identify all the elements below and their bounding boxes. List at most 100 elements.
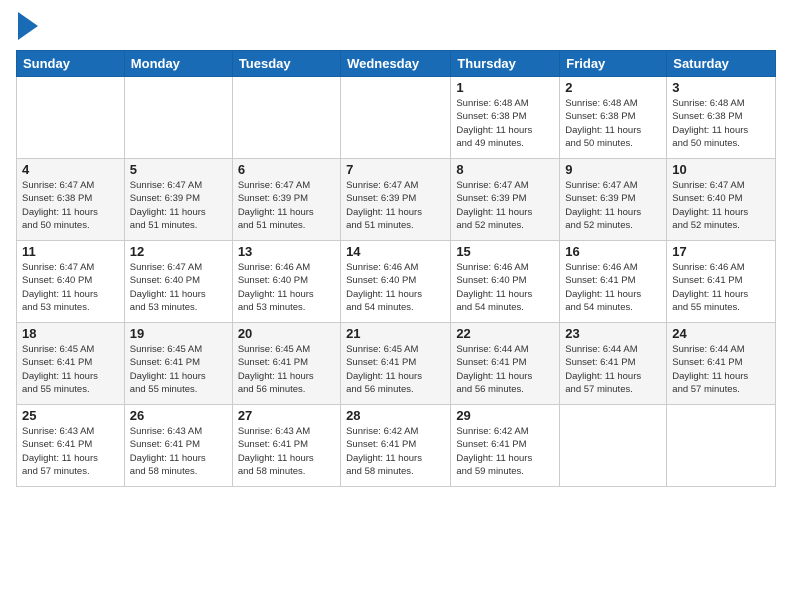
day-info: Sunrise: 6:45 AM Sunset: 6:41 PM Dayligh…	[22, 343, 119, 396]
day-number: 21	[346, 326, 445, 341]
calendar-cell	[667, 405, 776, 487]
calendar-cell: 14 Sunrise: 6:46 AM Sunset: 6:40 PM Dayli…	[341, 241, 451, 323]
weekday-header-saturday: Saturday	[667, 51, 776, 77]
calendar-cell: 23 Sunrise: 6:44 AM Sunset: 6:41 PM Dayli…	[560, 323, 667, 405]
calendar-cell: 5Sunrise: 6:47 AM Sunset: 6:39 PM Daylig…	[124, 159, 232, 241]
day-number: 23	[565, 326, 661, 341]
day-number: 29	[456, 408, 554, 423]
day-number: 12	[130, 244, 227, 259]
day-info: Sunrise: 6:44 AM Sunset: 6:41 PM Dayligh…	[456, 343, 554, 396]
calendar-cell: 15 Sunrise: 6:46 AM Sunset: 6:40 PM Dayli…	[451, 241, 560, 323]
weekday-header-monday: Monday	[124, 51, 232, 77]
calendar-cell: 2 Sunrise: 6:48 AM Sunset: 6:38 PM Daylig…	[560, 77, 667, 159]
calendar-cell: 27 Sunrise: 6:43 AM Sunset: 6:41 PM Dayli…	[232, 405, 340, 487]
day-info: Sunrise: 6:45 AM Sunset: 6:41 PM Dayligh…	[130, 343, 227, 396]
calendar-cell: 22 Sunrise: 6:44 AM Sunset: 6:41 PM Dayli…	[451, 323, 560, 405]
day-number: 9	[565, 162, 661, 177]
day-info: Sunrise: 6:42 AM Sunset: 6:41 PM Dayligh…	[346, 425, 445, 478]
page-header	[16, 16, 776, 40]
day-number: 28	[346, 408, 445, 423]
calendar-cell: 7Sunrise: 6:47 AM Sunset: 6:39 PM Daylig…	[341, 159, 451, 241]
calendar-cell: 6 Sunrise: 6:47 AM Sunset: 6:39 PM Daylig…	[232, 159, 340, 241]
calendar-cell: 18 Sunrise: 6:45 AM Sunset: 6:41 PM Dayli…	[17, 323, 125, 405]
day-number: 2	[565, 80, 661, 95]
logo	[16, 16, 38, 40]
calendar-week-1: 1Sunrise: 6:48 AM Sunset: 6:38 PM Daylig…	[17, 77, 776, 159]
weekday-header-row: SundayMondayTuesdayWednesdayThursdayFrid…	[17, 51, 776, 77]
day-info: Sunrise: 6:47 AM Sunset: 6:39 PM Dayligh…	[565, 179, 661, 232]
calendar-cell: 16 Sunrise: 6:46 AM Sunset: 6:41 PM Dayli…	[560, 241, 667, 323]
day-number: 24	[672, 326, 770, 341]
day-number: 16	[565, 244, 661, 259]
day-number: 10	[672, 162, 770, 177]
calendar-cell	[232, 77, 340, 159]
calendar-week-5: 25Sunrise: 6:43 AM Sunset: 6:41 PM Dayli…	[17, 405, 776, 487]
calendar-cell: 26 Sunrise: 6:43 AM Sunset: 6:41 PM Dayli…	[124, 405, 232, 487]
weekday-header-wednesday: Wednesday	[341, 51, 451, 77]
day-info: Sunrise: 6:47 AM Sunset: 6:38 PM Dayligh…	[22, 179, 119, 232]
day-info: Sunrise: 6:46 AM Sunset: 6:40 PM Dayligh…	[238, 261, 335, 314]
calendar-table: SundayMondayTuesdayWednesdayThursdayFrid…	[16, 50, 776, 487]
day-number: 3	[672, 80, 770, 95]
day-number: 18	[22, 326, 119, 341]
calendar-cell: 21 Sunrise: 6:45 AM Sunset: 6:41 PM Dayli…	[341, 323, 451, 405]
day-number: 14	[346, 244, 445, 259]
calendar-cell: 13 Sunrise: 6:46 AM Sunset: 6:40 PM Dayli…	[232, 241, 340, 323]
day-info: Sunrise: 6:47 AM Sunset: 6:39 PM Dayligh…	[456, 179, 554, 232]
day-number: 11	[22, 244, 119, 259]
day-number: 22	[456, 326, 554, 341]
day-number: 13	[238, 244, 335, 259]
calendar-cell: 3 Sunrise: 6:48 AM Sunset: 6:38 PM Daylig…	[667, 77, 776, 159]
day-number: 8	[456, 162, 554, 177]
logo-icon	[18, 12, 38, 40]
day-number: 20	[238, 326, 335, 341]
day-info: Sunrise: 6:46 AM Sunset: 6:41 PM Dayligh…	[565, 261, 661, 314]
calendar-cell: 28 Sunrise: 6:42 AM Sunset: 6:41 PM Dayli…	[341, 405, 451, 487]
day-info: Sunrise: 6:43 AM Sunset: 6:41 PM Dayligh…	[130, 425, 227, 478]
calendar-cell: 17Sunrise: 6:46 AM Sunset: 6:41 PM Dayli…	[667, 241, 776, 323]
day-info: Sunrise: 6:47 AM Sunset: 6:39 PM Dayligh…	[238, 179, 335, 232]
day-info: Sunrise: 6:47 AM Sunset: 6:40 PM Dayligh…	[22, 261, 119, 314]
day-info: Sunrise: 6:44 AM Sunset: 6:41 PM Dayligh…	[565, 343, 661, 396]
day-number: 15	[456, 244, 554, 259]
day-info: Sunrise: 6:48 AM Sunset: 6:38 PM Dayligh…	[672, 97, 770, 150]
calendar-cell	[560, 405, 667, 487]
day-info: Sunrise: 6:47 AM Sunset: 6:40 PM Dayligh…	[672, 179, 770, 232]
calendar-week-3: 11 Sunrise: 6:47 AM Sunset: 6:40 PM Dayli…	[17, 241, 776, 323]
calendar-cell: 8 Sunrise: 6:47 AM Sunset: 6:39 PM Daylig…	[451, 159, 560, 241]
day-info: Sunrise: 6:48 AM Sunset: 6:38 PM Dayligh…	[565, 97, 661, 150]
calendar-cell: 12 Sunrise: 6:47 AM Sunset: 6:40 PM Dayli…	[124, 241, 232, 323]
day-info: Sunrise: 6:47 AM Sunset: 6:40 PM Dayligh…	[130, 261, 227, 314]
day-info: Sunrise: 6:46 AM Sunset: 6:41 PM Dayligh…	[672, 261, 770, 314]
calendar-cell: 29Sunrise: 6:42 AM Sunset: 6:41 PM Dayli…	[451, 405, 560, 487]
day-number: 4	[22, 162, 119, 177]
calendar-cell	[17, 77, 125, 159]
calendar-week-4: 18 Sunrise: 6:45 AM Sunset: 6:41 PM Dayli…	[17, 323, 776, 405]
calendar-cell	[124, 77, 232, 159]
calendar-week-2: 4 Sunrise: 6:47 AM Sunset: 6:38 PM Daylig…	[17, 159, 776, 241]
calendar-cell: 1Sunrise: 6:48 AM Sunset: 6:38 PM Daylig…	[451, 77, 560, 159]
day-info: Sunrise: 6:44 AM Sunset: 6:41 PM Dayligh…	[672, 343, 770, 396]
day-info: Sunrise: 6:45 AM Sunset: 6:41 PM Dayligh…	[238, 343, 335, 396]
calendar-cell: 19 Sunrise: 6:45 AM Sunset: 6:41 PM Dayli…	[124, 323, 232, 405]
calendar-cell: 4 Sunrise: 6:47 AM Sunset: 6:38 PM Daylig…	[17, 159, 125, 241]
day-info: Sunrise: 6:47 AM Sunset: 6:39 PM Dayligh…	[130, 179, 227, 232]
calendar-cell	[341, 77, 451, 159]
calendar-cell: 24 Sunrise: 6:44 AM Sunset: 6:41 PM Dayli…	[667, 323, 776, 405]
day-info: Sunrise: 6:43 AM Sunset: 6:41 PM Dayligh…	[22, 425, 119, 478]
day-info: Sunrise: 6:45 AM Sunset: 6:41 PM Dayligh…	[346, 343, 445, 396]
day-number: 6	[238, 162, 335, 177]
day-number: 27	[238, 408, 335, 423]
day-info: Sunrise: 6:43 AM Sunset: 6:41 PM Dayligh…	[238, 425, 335, 478]
weekday-header-sunday: Sunday	[17, 51, 125, 77]
day-info: Sunrise: 6:46 AM Sunset: 6:40 PM Dayligh…	[456, 261, 554, 314]
calendar-cell: 25Sunrise: 6:43 AM Sunset: 6:41 PM Dayli…	[17, 405, 125, 487]
day-info: Sunrise: 6:46 AM Sunset: 6:40 PM Dayligh…	[346, 261, 445, 314]
day-number: 19	[130, 326, 227, 341]
calendar-cell: 11 Sunrise: 6:47 AM Sunset: 6:40 PM Dayli…	[17, 241, 125, 323]
day-number: 7	[346, 162, 445, 177]
calendar-cell: 10 Sunrise: 6:47 AM Sunset: 6:40 PM Dayli…	[667, 159, 776, 241]
calendar-cell: 20 Sunrise: 6:45 AM Sunset: 6:41 PM Dayli…	[232, 323, 340, 405]
weekday-header-friday: Friday	[560, 51, 667, 77]
day-number: 26	[130, 408, 227, 423]
